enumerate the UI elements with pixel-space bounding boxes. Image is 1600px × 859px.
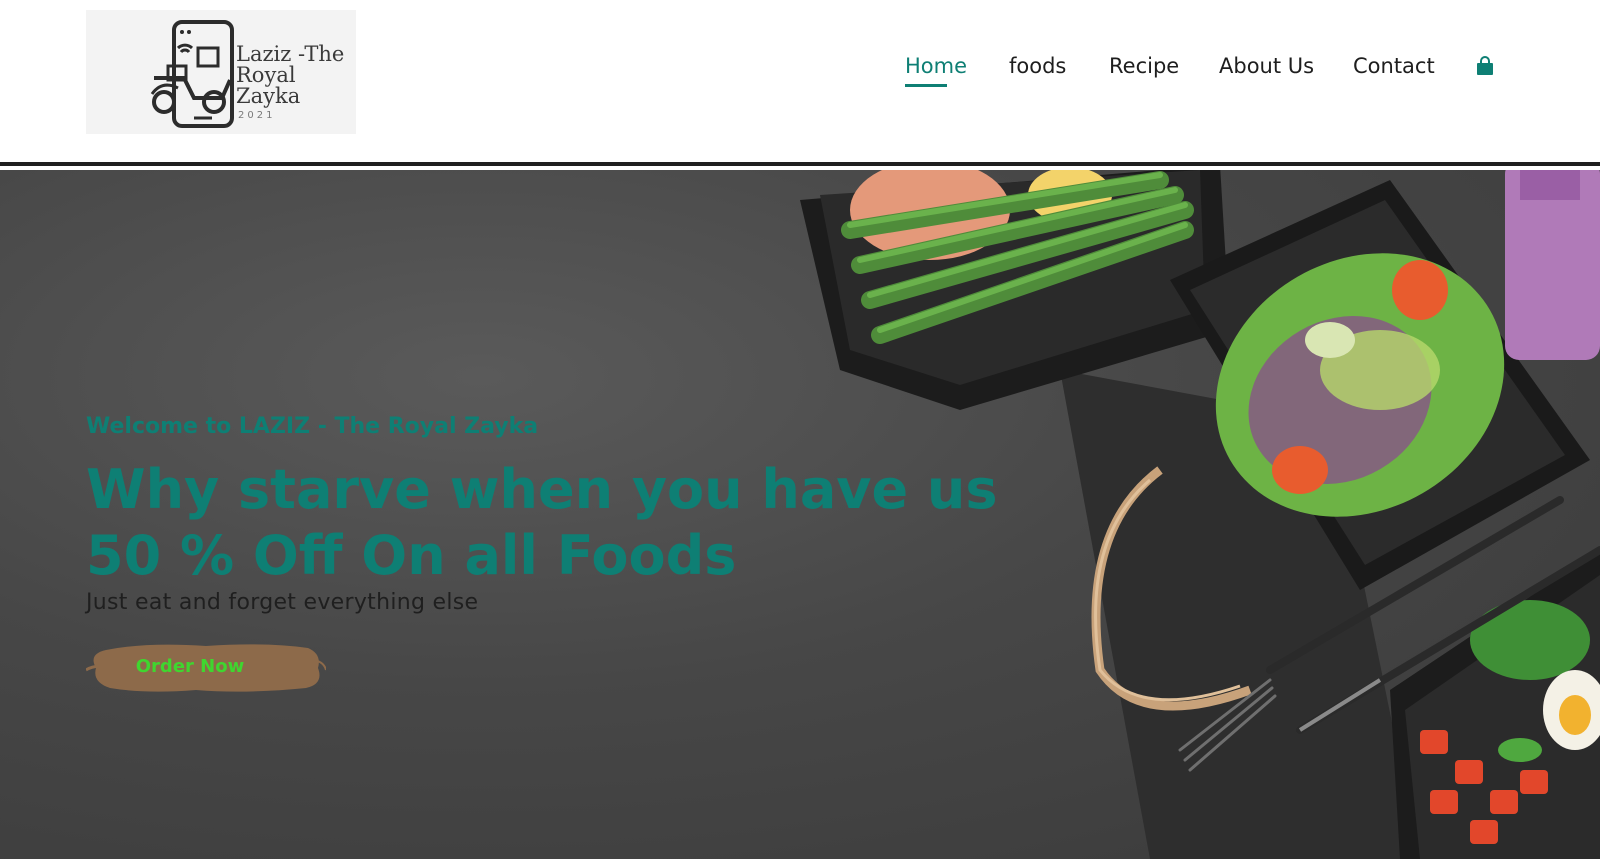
nav-contact[interactable]: Contact (1353, 52, 1435, 80)
nav-recipe-label: Recipe (1109, 54, 1180, 78)
delivery-scooter-icon (150, 20, 234, 128)
welcome-text: Welcome to LAZIZ - The Royal Zayka (86, 414, 539, 439)
nav-home-label: Home (905, 54, 968, 78)
order-now-button[interactable]: Order Now (86, 640, 326, 694)
hero-offer: 50 % Off On all Foods (86, 524, 737, 587)
nav-foods-label: foods (1009, 54, 1067, 78)
nav-foods[interactable]: foods (1009, 52, 1066, 80)
active-underline (905, 84, 947, 87)
nav-recipe[interactable]: Recipe (1109, 52, 1179, 80)
logo-name: Laziz -The Royal Zayka (236, 42, 345, 108)
shopping-bag-icon[interactable] (1474, 55, 1496, 77)
nav-about-us[interactable]: About Us (1219, 52, 1314, 80)
hero-headline: Why starve when you have us (86, 458, 998, 521)
nav-about-us-label: About Us (1219, 54, 1315, 78)
nav-home[interactable]: Home (905, 52, 968, 87)
hero-tagline: Just eat and forget everything else (86, 590, 479, 615)
nav-contact-label: Contact (1353, 54, 1435, 78)
site-header: Laziz -The Royal Zayka 2021 Home foods R… (0, 0, 1600, 166)
logo-year: 2021 (238, 110, 276, 121)
order-now-label: Order Now (135, 656, 245, 677)
logo[interactable]: Laziz -The Royal Zayka 2021 (86, 10, 356, 134)
hero-banner: Welcome to LAZIZ - The Royal Zayka Why s… (0, 170, 1600, 859)
